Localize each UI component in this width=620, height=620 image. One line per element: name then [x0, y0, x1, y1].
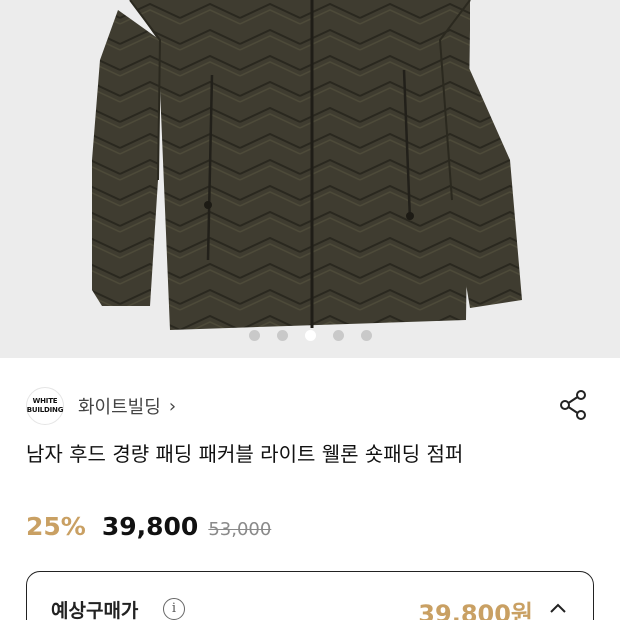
info-icon[interactable]: i [163, 598, 185, 620]
chevron-right-icon[interactable]: › [169, 396, 176, 417]
carousel-dot[interactable] [248, 330, 260, 341]
brand-name[interactable]: 화이트빌딩 [78, 393, 161, 419]
carousel-dot[interactable] [276, 330, 288, 341]
share-icon[interactable] [556, 388, 590, 422]
carousel-dot[interactable] [360, 330, 372, 341]
discount-rate: 25% [26, 512, 86, 541]
price-row: 25% 39,800 53,000 [26, 512, 271, 541]
brand-logo-line1: WHITE [32, 397, 58, 405]
chevron-up-icon[interactable] [549, 600, 567, 618]
carousel-indicator [0, 330, 620, 341]
carousel-dot-active[interactable] [304, 330, 316, 341]
product-image-carousel[interactable] [0, 0, 620, 358]
estimated-price-value: 39,800원 [418, 600, 533, 620]
estimated-price-label: 예상구매가 [51, 600, 139, 620]
brand-logo-line2: BUILDING [26, 406, 64, 414]
brand-row[interactable]: WHITE BUILDING 화이트빌딩 › [26, 386, 594, 426]
original-price: 53,000 [208, 519, 272, 540]
estimated-price-panel[interactable]: 예상구매가 i 39,800원 [26, 571, 594, 620]
product-image [92, 0, 522, 330]
sale-price: 39,800 [101, 512, 199, 541]
carousel-dot[interactable] [332, 330, 344, 341]
brand-logo[interactable]: WHITE BUILDING [26, 387, 64, 425]
product-title: 남자 후드 경량 패딩 패커블 라이트 웰론 숏패딩 점퍼 [26, 442, 464, 466]
